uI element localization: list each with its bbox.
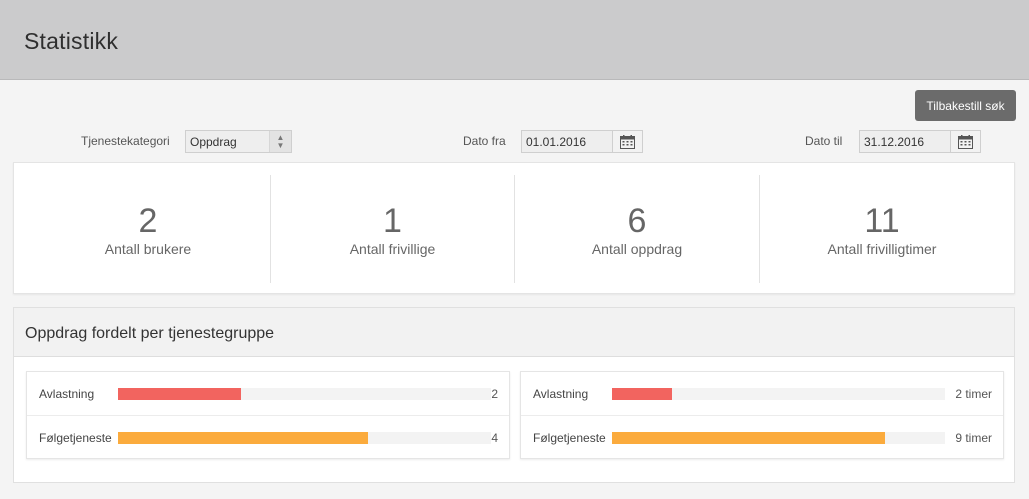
assignments-count-card: Avlastning 2 Følgetjeneste 4 — [26, 371, 510, 459]
date-from-label: Dato fra — [463, 134, 506, 148]
stat-label: Antall brukere — [104, 241, 192, 257]
date-from-calendar-button[interactable] — [612, 130, 643, 153]
stat-value: 6 — [627, 202, 647, 240]
bar-fill — [118, 432, 368, 444]
bar-label: Følgetjeneste — [39, 431, 112, 445]
panel-header: Oppdrag fordelt per tjenestegruppe — [14, 308, 1014, 357]
date-to-input[interactable]: 31.12.2016 — [859, 130, 981, 153]
bar-row: Følgetjeneste 9 timer — [521, 416, 1003, 460]
bar-track — [118, 432, 491, 444]
bar-fill — [612, 432, 885, 444]
page-header: Statistikk — [0, 0, 1029, 80]
bar-track — [118, 388, 491, 400]
bar-value: 9 timer — [955, 431, 992, 445]
bar-row: Avlastning 2 timer — [521, 372, 1003, 416]
stat-value: 2 — [138, 202, 158, 240]
date-to-label: Dato til — [805, 134, 843, 148]
bar-value: 2 timer — [955, 387, 992, 401]
bar-track — [612, 432, 945, 444]
bar-label: Avlastning — [533, 387, 589, 401]
date-from-value: 01.01.2016 — [526, 135, 587, 149]
calendar-icon — [958, 134, 973, 149]
bar-value: 2 — [491, 387, 498, 401]
date-from-input[interactable]: 01.01.2016 — [521, 130, 643, 153]
stat-label: Antall oppdrag — [591, 241, 683, 257]
stat-label: Antall frivilligtimer — [827, 241, 937, 257]
bar-fill — [612, 388, 672, 400]
stat-volunteers: 1 Antall frivillige — [271, 175, 514, 283]
stat-volunteer-hours: 11 Antall frivilligtimer — [760, 175, 1004, 283]
category-select[interactable]: Oppdrag ▲ ▼ — [185, 130, 292, 153]
page-title: Statistikk — [24, 28, 119, 54]
bar-fill — [118, 388, 241, 400]
bar-value: 4 — [491, 431, 498, 445]
summary-stats-card: 2 Antall brukere 1 Antall frivillige 6 A… — [13, 162, 1015, 294]
panel-title: Oppdrag fordelt per tjenestegruppe — [25, 325, 275, 342]
stat-value: 11 — [864, 202, 900, 240]
stat-users: 2 Antall brukere — [26, 175, 270, 283]
stat-value: 1 — [383, 202, 402, 240]
date-to-calendar-button[interactable] — [950, 130, 981, 153]
stat-assignments: 6 Antall oppdrag — [515, 175, 759, 283]
assignments-hours-card: Avlastning 2 timer Følgetjeneste 9 timer — [520, 371, 1004, 459]
bar-row: Avlastning 2 — [27, 372, 509, 416]
bar-track — [612, 388, 945, 400]
bar-label: Følgetjeneste — [533, 431, 606, 445]
bar-label: Avlastning — [39, 387, 95, 401]
bar-row: Følgetjeneste 4 — [27, 416, 509, 460]
category-select-value: Oppdrag — [190, 135, 237, 149]
select-arrows-icon: ▲ ▼ — [269, 131, 291, 152]
category-label: Tjenestekategori — [81, 134, 170, 148]
service-group-panel: Oppdrag fordelt per tjenestegruppe Avlas… — [13, 307, 1015, 483]
date-to-value: 31.12.2016 — [864, 135, 925, 149]
stat-label: Antall frivillige — [349, 241, 436, 257]
reset-search-button[interactable]: Tilbakestill søk — [915, 90, 1016, 121]
calendar-icon — [620, 134, 635, 149]
